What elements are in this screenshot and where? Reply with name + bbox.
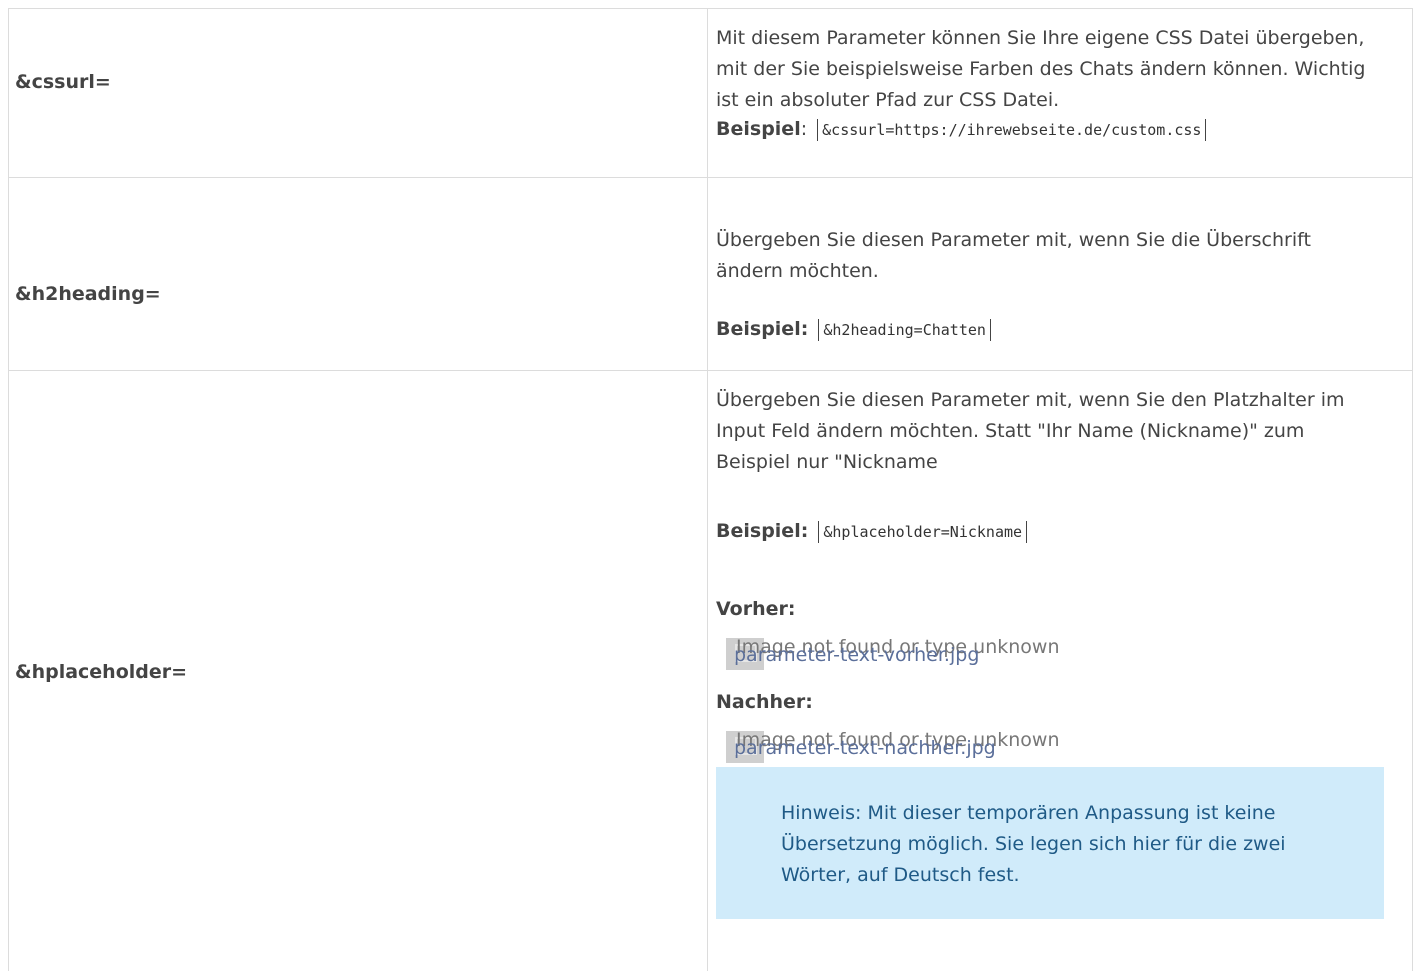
example-label: Beispiel: [716,520,809,542]
example-separator: : [800,118,808,140]
note-text: Hinweis: Mit dieser temporären Anpassung… [781,802,1286,886]
example-label: Beispiel: [716,318,809,340]
example-code: &cssurl=https://ihrewebseite.de/custom.c… [817,119,1207,141]
before-label: Vorher: [716,598,796,620]
example-label: Beispiel [716,118,801,140]
image-file-link[interactable]: parameter-text-nachher.jpg [734,737,996,759]
description-text: Übergeben Sie diesen Parameter mit, wenn… [716,389,1345,473]
example-line: Beispiel: &cssurl=https://ihrewebseite.d… [716,114,1376,145]
example-code: &hplaceholder=Nickname [818,521,1028,543]
after-label: Nachher: [716,691,813,713]
description-text: Mit diesem Parameter können Sie Ihre eig… [716,27,1366,111]
param-description-h2heading: Übergeben Sie diesen Parameter mit, wenn… [716,225,1376,345]
param-name-hplaceholder: &hplaceholder= [15,661,188,683]
param-name-h2heading: &h2heading= [15,283,161,305]
example-line: Beispiel: &h2heading=Chatten [716,314,1376,345]
example-line: Beispiel: &hplaceholder=Nickname [716,516,1376,547]
example-code: &h2heading=Chatten [818,319,991,341]
image-file-link[interactable]: parameter-text-vorher.jpg [734,644,979,666]
param-description-cssurl: Mit diesem Parameter können Sie Ihre eig… [716,23,1376,145]
note-box: Hinweis: Mit dieser temporären Anpassung… [716,767,1384,919]
param-description-hplaceholder: Übergeben Sie diesen Parameter mit, wenn… [716,385,1376,547]
param-name-cssurl: &cssurl= [15,71,111,93]
description-text: Übergeben Sie diesen Parameter mit, wenn… [716,229,1311,282]
